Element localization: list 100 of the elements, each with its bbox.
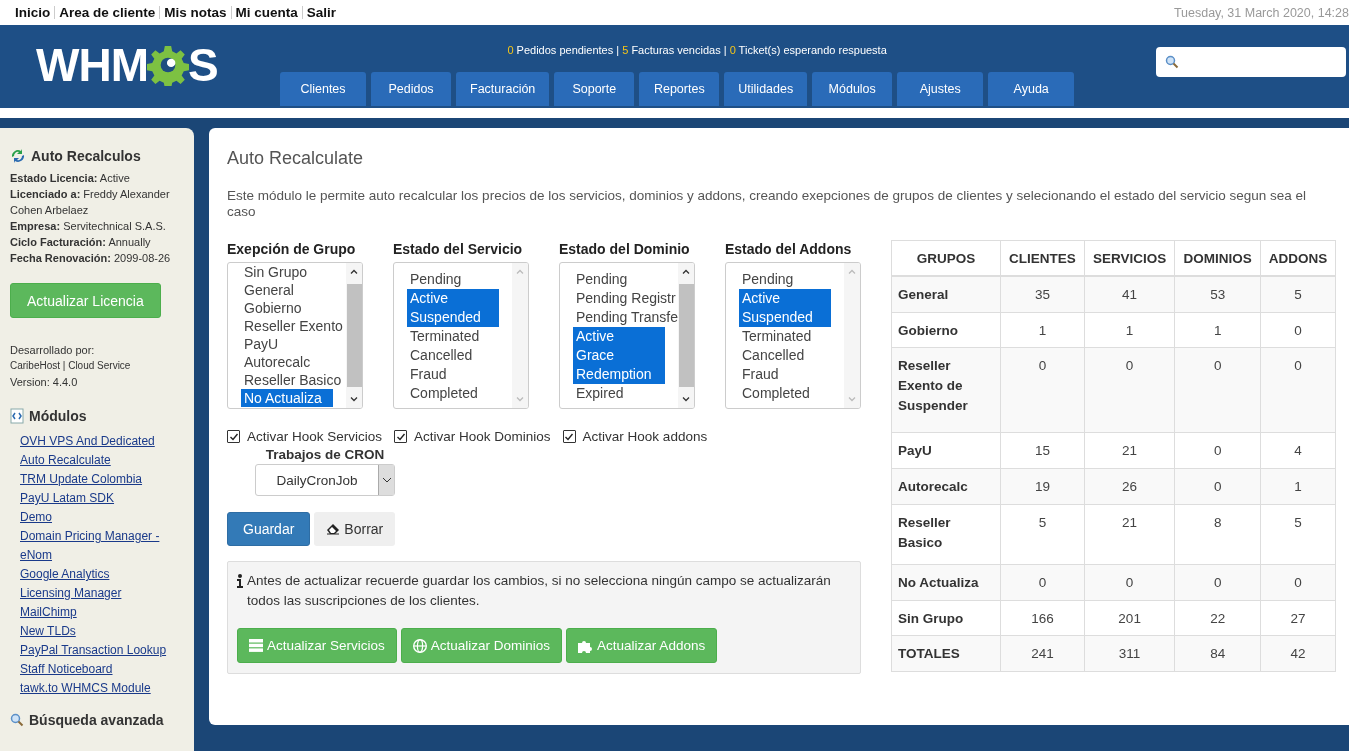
license-info: Estado Licencia: Active [10, 171, 131, 186]
search-title: Búsqueda avanzada [29, 712, 164, 728]
list-option[interactable]: Expired [573, 384, 627, 403]
table-cell: 1 [1084, 312, 1175, 348]
list-option[interactable]: Sin Grupo [241, 263, 311, 281]
list-option[interactable]: Active [739, 289, 831, 308]
scrollbar[interactable] [346, 263, 362, 408]
license-info: Licenciado a: Freddy Alexander Cohen Arbelaez [10, 187, 171, 218]
module-link[interactable]: tawk.to WHMCS Module [20, 679, 185, 698]
chevron-up-icon[interactable] [350, 269, 358, 274]
list-option[interactable]: Pending [739, 270, 797, 289]
list-option[interactable]: Cancelled [739, 346, 808, 365]
top-link[interactable]: Mis notas [160, 5, 231, 20]
list-option[interactable]: Redemption [573, 365, 665, 384]
top-link[interactable]: Inicio [15, 5, 55, 20]
list-option[interactable]: Reseller Basico [241, 371, 345, 389]
license-info: Empresa: Servitechnical S.A.S. [10, 219, 167, 234]
notice-text: Antes de actualizar recuerde guardar los cambios, si no selecciona ningún campo se actualizarán todos las suscripciones de los clientes. [247, 572, 832, 610]
list-option[interactable]: Pending Registr [573, 289, 678, 308]
table-cell: 1 [1000, 312, 1085, 348]
list-option[interactable]: Terminated [407, 327, 483, 346]
module-link[interactable]: MailChimp [20, 603, 185, 622]
list-option[interactable]: Terminated [739, 327, 815, 346]
info-icon [237, 574, 243, 588]
list-option[interactable]: Fraud [739, 365, 782, 384]
module-link[interactable]: PayPal Transaction Lookup [20, 641, 185, 660]
table-cell: 1 [1260, 468, 1336, 505]
multi-select-list[interactable]: Pending Active Suspended Terminated Cancelled Fraud Completed [725, 262, 861, 409]
module-link[interactable]: Auto Recalculate [20, 451, 185, 470]
multi-select-list[interactable]: Sin Grupo General Gobierno Reseller Exento PayU Autorecalc Reseller Basico No Actualiza [227, 262, 363, 409]
table-cell: 166 [1000, 600, 1085, 636]
checkbox[interactable] [227, 430, 240, 443]
list-option[interactable]: Pending [573, 270, 631, 289]
list-option[interactable]: Active [573, 327, 665, 346]
cron-label: Trabajos de CRON [265, 447, 385, 462]
table-cell: 35 [1000, 276, 1085, 313]
list-option[interactable]: Pending Transfe [573, 308, 678, 327]
nav-tab[interactable]: Facturación [456, 72, 550, 106]
checkbox-label: Activar Hook Servicios [247, 429, 383, 444]
list-option[interactable]: Gobierno [241, 299, 305, 317]
cron-dropdown[interactable]: DailyCronJob [255, 464, 395, 496]
nav-tab[interactable]: Reportes [639, 72, 720, 106]
list-option[interactable]: Pending [407, 270, 465, 289]
checkbox[interactable] [394, 430, 408, 443]
multi-select-list[interactable]: Pending Active Suspended Terminated Cancelled Fraud Completed [393, 262, 529, 409]
table-cell: 0 [1260, 564, 1336, 601]
clear-button[interactable]: Borrar [314, 512, 396, 546]
license-info: Fecha Renovación: 2099-08-26 [10, 251, 172, 266]
module-link[interactable]: Staff Noticeboard [20, 660, 185, 679]
checkbox[interactable] [562, 430, 576, 443]
save-button[interactable]: Guardar [227, 512, 311, 546]
module-link[interactable]: Domain Pricing Manager - eNom [20, 527, 185, 565]
list-option[interactable]: Reseller Exento [241, 317, 346, 335]
list-option[interactable]: Active [407, 289, 499, 308]
table-cell: 21 [1084, 504, 1175, 565]
caret-icon [381, 477, 392, 483]
module-link[interactable]: OVH VPS And Dedicated [20, 432, 185, 451]
module-link[interactable]: Licensing Manager [20, 584, 185, 603]
top-link[interactable]: Mi cuenta [231, 5, 302, 20]
nav-tab[interactable]: Utilidades [724, 72, 808, 106]
nav-tab[interactable]: Ayuda [988, 72, 1075, 106]
top-link[interactable]: Salir [302, 5, 341, 20]
module-link[interactable]: Google Analytics [20, 565, 185, 584]
list-option[interactable]: PayU [241, 335, 282, 353]
table-cell: 0 [1000, 564, 1085, 601]
list-option[interactable]: Suspended [407, 308, 499, 327]
nav-tab[interactable]: Soporte [554, 72, 635, 106]
list-option[interactable]: Completed [407, 384, 481, 403]
list-option[interactable]: Suspended [739, 308, 831, 327]
table-cell: 19 [1000, 468, 1085, 505]
module-link[interactable]: Demo [20, 508, 185, 527]
chevron-down-icon[interactable] [682, 397, 690, 402]
scrollbar[interactable] [678, 263, 694, 408]
modules-title: Módulos [29, 408, 87, 424]
top-link[interactable]: Area de cliente [55, 5, 160, 20]
search-icon [1165, 55, 1179, 69]
table-cell: Reseller Exento de Suspender [891, 347, 1001, 433]
table-cell: 8 [1174, 504, 1261, 565]
table-cell: 311 [1084, 635, 1175, 672]
nav-tab[interactable]: Módulos [812, 72, 893, 106]
chevron-down-icon[interactable] [350, 397, 358, 402]
list-option[interactable]: Fraud [407, 365, 450, 384]
list-option[interactable]: Completed [739, 384, 813, 403]
multi-select-list[interactable]: Pending Pending Registr Pending Transfe Active Grace Redemption Expired [559, 262, 695, 409]
list-option[interactable]: Autorecalc [241, 353, 314, 371]
module-link[interactable]: PayU Latam SDK [20, 489, 185, 508]
table-cell: 0 [1174, 564, 1261, 601]
list-option[interactable]: Cancelled [407, 346, 476, 365]
table-cell: 0 [1260, 347, 1336, 433]
table-cell: 0 [1174, 347, 1261, 433]
search-field[interactable] [1156, 47, 1346, 77]
module-link[interactable]: New TLDs [20, 622, 185, 641]
chevron-up-icon[interactable] [682, 269, 690, 274]
nav-tab[interactable]: Pedidos [371, 72, 451, 106]
module-link[interactable]: TRM Update Colombia [20, 470, 185, 489]
list-option[interactable]: General [241, 281, 297, 299]
nav-tab[interactable]: Clientes [280, 72, 366, 106]
list-option[interactable]: No Actualiza [241, 389, 333, 407]
list-option[interactable]: Grace [573, 346, 665, 365]
nav-tab[interactable]: Ajustes [897, 72, 984, 106]
